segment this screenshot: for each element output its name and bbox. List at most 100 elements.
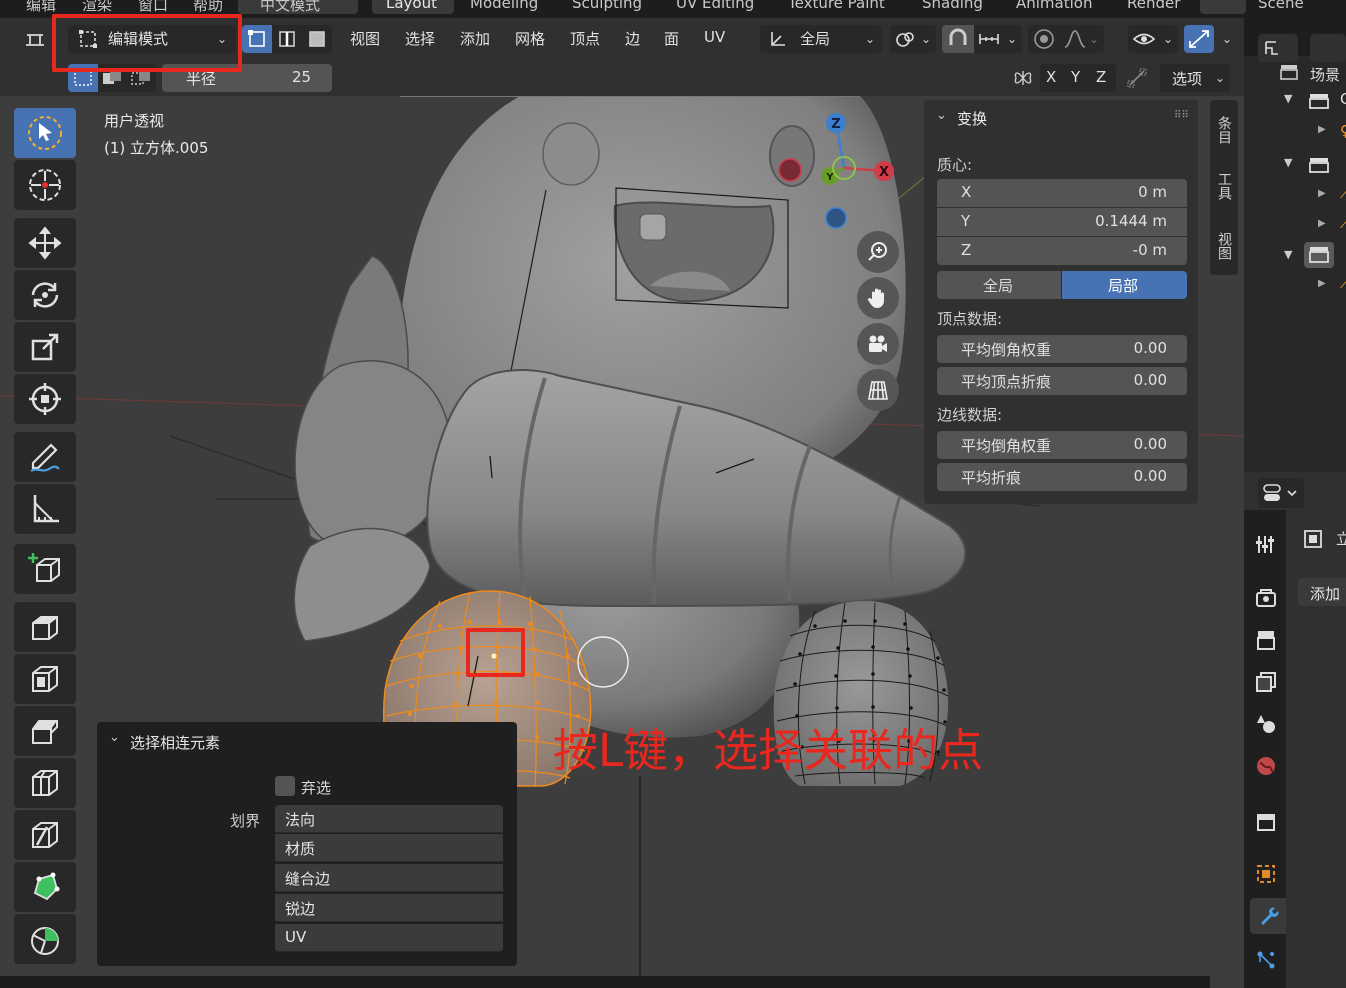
tab-tool[interactable]: 工具 [1210, 160, 1238, 212]
expand-arrow-icon[interactable]: ▼ [1284, 248, 1292, 261]
menu-select[interactable]: 选择 [405, 28, 435, 49]
annotate-tool[interactable] [14, 432, 76, 482]
move-tool[interactable] [14, 218, 76, 268]
options-dropdown[interactable]: 选项 ⌄ [1160, 64, 1230, 92]
menu-uv[interactable]: UV [704, 28, 725, 46]
tool-settings-icon[interactable] [1252, 530, 1280, 558]
tab-texture-paint[interactable]: Texture Paint [788, 0, 885, 12]
scene-collection-label[interactable]: 场景 [1310, 64, 1340, 85]
menu-view[interactable]: 视图 [350, 28, 380, 49]
expand-arrow-icon[interactable]: ▶ [1318, 278, 1326, 289]
menu-vertex[interactable]: 顶点 [570, 28, 600, 49]
falloff-curve-icon[interactable] [1062, 27, 1088, 51]
snap-increment-icon[interactable] [976, 27, 1002, 51]
local-space-button[interactable]: 局部 [1062, 271, 1187, 299]
inset-tool[interactable] [14, 654, 76, 704]
knife-tool[interactable] [14, 810, 76, 860]
gizmo-toggle-icon[interactable] [1184, 25, 1214, 53]
tab-render[interactable]: Render [1127, 0, 1180, 12]
edge-bevel-weight-field[interactable]: 平均倒角权重 0.00 [937, 431, 1187, 459]
menu-edit[interactable]: 编辑 [26, 0, 56, 15]
gizmo-neg-x[interactable] [778, 158, 802, 182]
extrude-tool[interactable] [14, 602, 76, 652]
face-select-mode-icon[interactable] [302, 25, 332, 53]
mirror-butterfly-icon[interactable] [1010, 66, 1036, 90]
proportional-edit-icon[interactable] [1030, 27, 1058, 51]
expand-arrow-icon[interactable]: ▼ [1284, 156, 1292, 169]
mirror-z-toggle[interactable]: Z [1096, 68, 1106, 86]
select-box-tool[interactable] [14, 108, 76, 158]
loop-cut-tool[interactable] [14, 758, 76, 808]
tab-sculpting[interactable]: Sculpting [572, 0, 642, 12]
world-properties-icon[interactable] [1252, 752, 1280, 780]
view-layer-icon[interactable] [1252, 668, 1280, 696]
add-modifier-button[interactable]: 添加 [1298, 578, 1346, 606]
language-mode-tab[interactable]: 中文模式 [238, 0, 358, 14]
operator-title[interactable]: 选择相连元素 [130, 732, 220, 753]
editor-type-icon[interactable] [18, 26, 52, 52]
menu-window[interactable]: 窗口 [138, 0, 168, 15]
expand-arrow-icon[interactable]: ▶ [1318, 218, 1326, 229]
bevel-tool[interactable] [14, 706, 76, 756]
tab-modeling[interactable]: Modeling [470, 0, 538, 12]
display-mode-dropdown[interactable] [1258, 34, 1298, 62]
menu-add[interactable]: 添加 [460, 28, 490, 49]
transform-section-title[interactable]: 变换 [957, 108, 987, 129]
expand-arrow-icon[interactable]: ▶ [1318, 124, 1326, 135]
tab-animation[interactable]: Animation [1016, 0, 1092, 12]
menu-mesh[interactable]: 网格 [515, 28, 545, 49]
topology-mirror-icon[interactable] [1124, 66, 1150, 90]
menu-help[interactable]: 帮助 [193, 0, 223, 15]
scene-selector-icon[interactable] [1200, 0, 1246, 14]
spin-tool[interactable] [14, 914, 76, 964]
global-space-button[interactable]: 全局 [937, 271, 1061, 299]
tab-layout[interactable]: Layout [372, 0, 454, 14]
chevron-down-icon[interactable]: ⌄ [109, 730, 120, 745]
menu-face[interactable]: 面 [664, 28, 679, 49]
edge-select-mode-icon[interactable] [272, 25, 302, 53]
output-properties-icon[interactable] [1252, 626, 1280, 654]
snap-toggle-icon[interactable] [942, 25, 974, 53]
drag-grip-icon[interactable]: ⠿⠿ [1174, 110, 1189, 121]
delimit-normal-option[interactable]: 法向 [275, 805, 503, 833]
poly-build-tool[interactable] [14, 862, 76, 912]
tab-uv-editing[interactable]: UV Editing [676, 0, 754, 12]
vertex-crease-field[interactable]: 平均顶点折痕 0.00 [937, 367, 1187, 395]
deselect-checkbox[interactable] [275, 776, 295, 796]
delimit-material-option[interactable]: 材质 [275, 834, 503, 862]
zoom-button[interactable] [857, 231, 899, 273]
tab-shading[interactable]: Shading [922, 0, 983, 12]
add-cube-tool[interactable] [14, 544, 76, 594]
editor-type-dropdown[interactable] [1258, 478, 1304, 508]
vertex-select-mode-icon[interactable] [242, 25, 272, 53]
object-properties-icon[interactable] [1252, 860, 1280, 888]
mirror-x-toggle[interactable]: X [1046, 68, 1056, 86]
tab-item[interactable]: 条目 [1210, 104, 1238, 156]
vertex-bevel-weight-field[interactable]: 平均倒角权重 0.00 [937, 335, 1187, 363]
camera-view-button[interactable] [857, 323, 899, 365]
expand-arrow-icon[interactable]: ▼ [1284, 92, 1292, 105]
median-y-field[interactable]: Y 0.1444 m [937, 208, 1187, 236]
pan-button[interactable] [857, 277, 899, 319]
scene-properties-icon[interactable] [1252, 710, 1280, 738]
scale-tool[interactable] [14, 322, 76, 372]
transform-orientation-selector[interactable]: 全局 ⌄ [760, 25, 882, 53]
render-properties-icon[interactable] [1252, 584, 1280, 612]
expand-arrow-icon[interactable]: ▶ [1318, 188, 1326, 199]
delimit-seam-option[interactable]: 缝合边 [275, 864, 503, 892]
cursor-tool[interactable] [14, 160, 76, 210]
menu-render[interactable]: 渲染 [82, 0, 112, 15]
chevron-down-icon[interactable]: ⌄ [1216, 31, 1238, 47]
transform-tool[interactable] [14, 374, 76, 424]
modifier-properties-tab[interactable] [1250, 898, 1286, 934]
collection-properties-icon[interactable] [1252, 808, 1280, 836]
delimit-uv-option[interactable]: UV [275, 924, 503, 952]
active-collection-icon[interactable] [1304, 242, 1334, 268]
median-z-field[interactable]: Z -0 m [937, 237, 1187, 265]
navigation-gizmo[interactable]: Z X Y [760, 106, 910, 236]
particles-icon[interactable] [1252, 946, 1280, 974]
gizmo-neg-z[interactable] [825, 207, 847, 229]
delimit-sharp-option[interactable]: 锐边 [275, 894, 503, 922]
chevron-down-icon[interactable]: ⌄ [936, 108, 947, 123]
scene-name[interactable]: Scene [1258, 0, 1304, 12]
